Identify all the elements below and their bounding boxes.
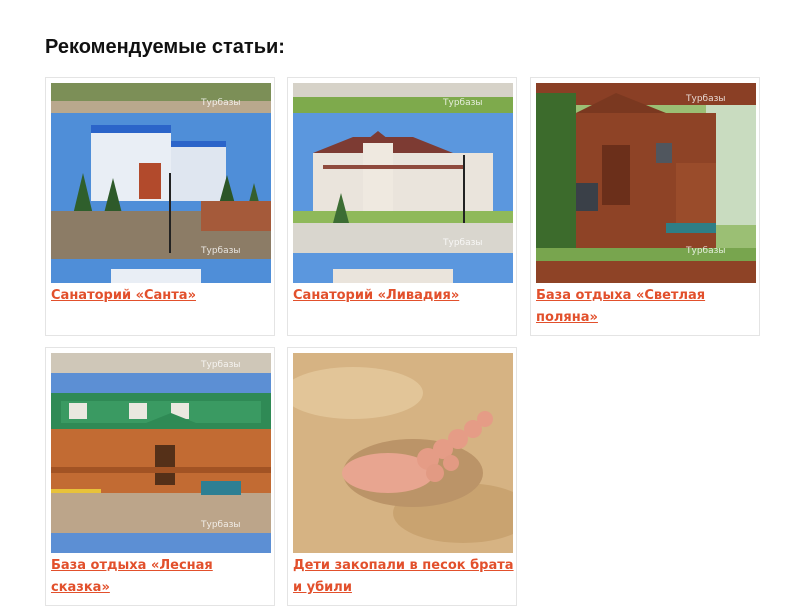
article-card-lesnaya-skazka: Турбазы Турбазы База отдыха «Лесная сказ… — [45, 347, 275, 606]
article-link-lesnaya-skazka[interactable]: База отдыха «Лесная сказка» — [51, 555, 273, 599]
lodge-photo: Турбазы Турбазы — [51, 353, 271, 553]
svg-text:Турбазы: Турбазы — [200, 98, 241, 108]
article-link-livadia[interactable]: Санаторий «Ливадия» — [293, 285, 515, 307]
svg-text:Турбазы: Турбазы — [442, 238, 483, 248]
svg-text:Турбазы: Турбазы — [200, 520, 241, 530]
article-link-sand-news[interactable]: Дети закопали в песок брата и убили — [293, 555, 515, 599]
article-thumbnail-santa[interactable]: Турбазы Турбазы — [51, 83, 271, 283]
article-thumbnail-livadia[interactable]: Турбазы Турбазы — [293, 83, 513, 283]
sand-feet-photo — [293, 353, 513, 553]
sanatorium-photo: Турбазы Турбазы — [51, 83, 271, 283]
svg-text:Турбазы: Турбазы — [685, 94, 726, 104]
sanatorium-photo: Турбазы Турбазы — [293, 83, 513, 283]
svg-text:Турбазы: Турбазы — [442, 98, 483, 108]
section-title: Рекомендуемые статьи: — [45, 36, 285, 58]
article-card-livadia: Турбазы Турбазы Санаторий «Ливадия» — [287, 77, 517, 336]
article-thumbnail-svetlaya-polyana[interactable]: Турбазы Турбазы — [536, 83, 756, 283]
svg-text:Турбазы: Турбазы — [200, 360, 241, 370]
svg-text:Турбазы: Турбазы — [200, 246, 241, 256]
article-thumbnail-sand-news[interactable] — [293, 353, 513, 553]
article-thumbnail-lesnaya-skazka[interactable]: Турбазы Турбазы — [51, 353, 271, 553]
article-card-sand-news: Дети закопали в песок брата и убили — [287, 347, 517, 606]
article-link-svetlaya-polyana[interactable]: База отдыха «Светлая поляна» — [536, 285, 758, 329]
article-card-santa: Турбазы Турбазы Санаторий «Санта» — [45, 77, 275, 336]
article-card-svetlaya-polyana: Турбазы Турбазы База отдыха «Светлая пол… — [530, 77, 760, 336]
recommended-articles-grid: Турбазы Турбазы Санаторий «Санта» Турбаз… — [45, 77, 765, 609]
cottage-photo: Турбазы Турбазы — [536, 83, 756, 283]
article-link-santa[interactable]: Санаторий «Санта» — [51, 285, 273, 307]
svg-text:Турбазы: Турбазы — [685, 246, 726, 256]
